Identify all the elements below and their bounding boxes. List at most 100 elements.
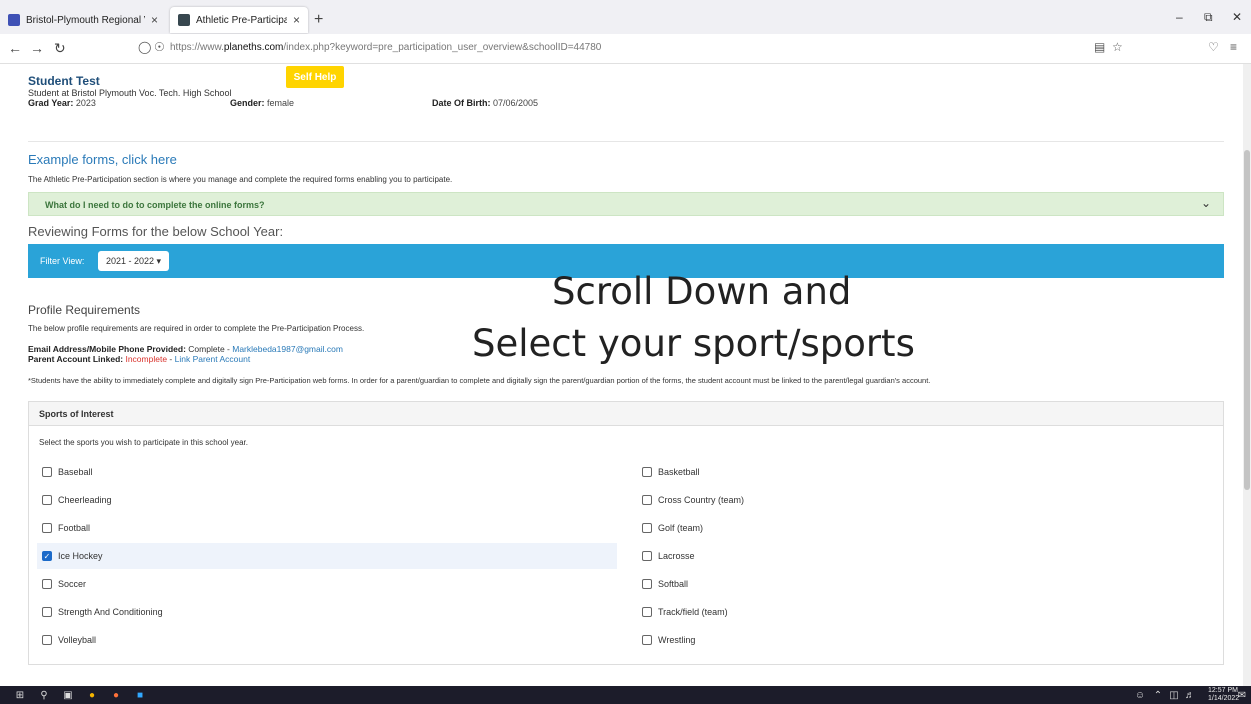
url-bar[interactable]: https://www.planeths.com/index.php?keywo… [170, 42, 601, 53]
sport-label: Strength And Conditioning [58, 607, 163, 617]
photoshop-icon[interactable]: ■ [134, 689, 146, 701]
sport-option[interactable]: Lacrosse [637, 543, 1217, 569]
search-icon[interactable]: ⚲ [38, 689, 50, 701]
bookmark-star-icon[interactable]: ☆ [1112, 40, 1123, 54]
self-help-button[interactable]: Self Help [286, 66, 344, 88]
people-icon[interactable]: ☺ [1134, 689, 1146, 701]
sport-option[interactable]: Basketball [637, 459, 1217, 485]
sport-option[interactable]: Softball [637, 571, 1217, 597]
sport-label: Wrestling [658, 635, 696, 645]
student-school: Student at Bristol Plymouth Voc. Tech. H… [28, 88, 232, 98]
panel-header: Sports of Interest [29, 402, 1223, 426]
sport-label: Volleyball [58, 635, 97, 645]
sport-option[interactable]: Track/field (team) [637, 599, 1217, 625]
reader-view-icon[interactable]: ▤ [1094, 40, 1105, 54]
intro-text: The Athletic Pre-Participation section i… [28, 175, 453, 184]
sport-label: Cross Country (team) [658, 495, 745, 505]
checkbox-icon[interactable] [642, 579, 652, 589]
sport-label: Golf (team) [658, 523, 704, 533]
checkbox-icon[interactable] [42, 467, 52, 477]
gender: Gender: female [230, 98, 295, 108]
checkbox-icon[interactable] [42, 579, 52, 589]
close-tab-icon[interactable]: × [151, 13, 158, 27]
sport-label: Baseball [58, 467, 93, 477]
sport-option[interactable]: Cheerleading [37, 487, 617, 513]
volume-icon[interactable]: ♬ [1184, 689, 1196, 701]
network-icon[interactable]: ◫ [1168, 689, 1180, 701]
windows-taskbar: ⊞ ⚲ ▣ ● ● ■ ☺ ⌃ ◫ ♬ 12:57 PM 1/14/2022 ✉ [0, 686, 1251, 704]
sports-of-interest-panel: Sports of Interest Select the sports you… [28, 401, 1224, 665]
checkbox-icon[interactable] [42, 495, 52, 505]
close-tab-icon[interactable]: × [293, 13, 300, 27]
sport-label: Football [58, 523, 91, 533]
school-year-dropdown[interactable]: 2021 - 2022 ▾ [98, 251, 170, 271]
tab-bristol-plymouth[interactable]: Bristol-Plymouth Regional Voca × [0, 7, 166, 33]
checkbox-checked-icon[interactable]: ✓ [42, 551, 52, 561]
example-forms-link[interactable]: Example forms, click here [28, 152, 177, 167]
sport-label: Lacrosse [658, 551, 695, 561]
sport-option[interactable]: Soccer [37, 571, 617, 597]
sport-option[interactable]: Baseball [37, 459, 617, 485]
browser-nav-bar: ← → ↻ ◯ ☉ https://www.planeths.com/index… [0, 34, 1251, 64]
sport-label: Cheerleading [58, 495, 112, 505]
checkbox-icon[interactable] [642, 635, 652, 645]
lock-icon[interactable]: ☉ [154, 40, 165, 54]
menu-icon[interactable]: ≡ [1230, 40, 1237, 54]
page-content: Student Test Self Help Student at Bristo… [0, 64, 1243, 686]
notifications-icon[interactable]: ✉ [1236, 689, 1248, 701]
checkbox-icon[interactable] [642, 467, 652, 477]
tab-title: Bristol-Plymouth Regional Voca [26, 14, 145, 26]
clock[interactable]: 12:57 PM 1/14/2022 [1208, 687, 1239, 703]
firefox-icon[interactable]: ● [110, 689, 122, 701]
sport-option[interactable]: Volleyball [37, 627, 617, 653]
checkbox-icon[interactable] [42, 635, 52, 645]
forward-icon[interactable]: → [30, 40, 44, 56]
sport-option[interactable]: Football [37, 515, 617, 541]
checkbox-icon[interactable] [642, 607, 652, 617]
chevron-down-icon[interactable]: ⌄ [1201, 196, 1211, 210]
profile-requirements-title: Profile Requirements [28, 303, 141, 317]
url-domain: planeths.com [223, 42, 284, 53]
shield-favicon-icon [178, 14, 190, 26]
link-parent-account-link[interactable]: Link Parent Account [175, 354, 251, 364]
checkbox-icon[interactable] [642, 523, 652, 533]
checkbox-icon[interactable] [42, 607, 52, 617]
back-icon[interactable]: ← [8, 40, 22, 56]
sport-option[interactable]: Wrestling [637, 627, 1217, 653]
reload-icon[interactable]: ↻ [54, 40, 66, 57]
close-window-icon[interactable]: ✕ [1232, 10, 1242, 24]
email-link[interactable]: Marklebeda1987@gmail.com [232, 344, 343, 354]
maximize-icon[interactable]: ⧉ [1204, 10, 1213, 25]
tracking-shield-icon[interactable]: ◯ [138, 40, 151, 54]
pocket-icon[interactable]: ♡ [1208, 40, 1219, 54]
email-requirement: Email Address/Mobile Phone Provided: Com… [28, 344, 343, 354]
sport-option[interactable]: Golf (team) [637, 515, 1217, 541]
tab-athletic-pre-participation[interactable]: Athletic Pre-Participation × [170, 7, 308, 33]
filter-label: Filter View: [40, 256, 85, 266]
windows-start-icon[interactable]: ⊞ [14, 689, 26, 701]
sport-option[interactable]: ✓ Ice Hockey [37, 543, 617, 569]
instruction-overlay-line1: Scroll Down and [552, 270, 852, 313]
parent-requirement: Parent Account Linked: Incomplete - Link… [28, 354, 251, 364]
task-view-icon[interactable]: ▣ [62, 689, 74, 701]
profile-requirements-desc: The below profile requirements are requi… [28, 324, 365, 333]
sport-label: Basketball [658, 467, 700, 477]
tray-chevron-icon[interactable]: ⌃ [1152, 689, 1164, 701]
checkbox-icon[interactable] [642, 551, 652, 561]
faq-accordion[interactable]: What do I need to do to complete the onl… [28, 192, 1224, 216]
sport-option[interactable]: Cross Country (team) [637, 487, 1217, 513]
chrome-icon[interactable]: ● [86, 689, 98, 701]
parent-note: *Students have the ability to immediatel… [28, 376, 931, 385]
sport-option[interactable]: Strength And Conditioning [37, 599, 617, 625]
tab-title: Athletic Pre-Participation [196, 14, 287, 26]
new-tab-button[interactable]: + [314, 11, 323, 29]
sport-label: Ice Hockey [58, 551, 103, 561]
checkbox-icon[interactable] [642, 495, 652, 505]
scrollbar-thumb[interactable] [1244, 150, 1250, 490]
divider [28, 141, 1224, 142]
school-favicon-icon [8, 14, 20, 26]
minimize-icon[interactable]: – [1176, 10, 1183, 24]
parent-status: Incomplete [125, 354, 168, 364]
checkbox-icon[interactable] [42, 523, 52, 533]
sport-label: Softball [658, 579, 689, 589]
